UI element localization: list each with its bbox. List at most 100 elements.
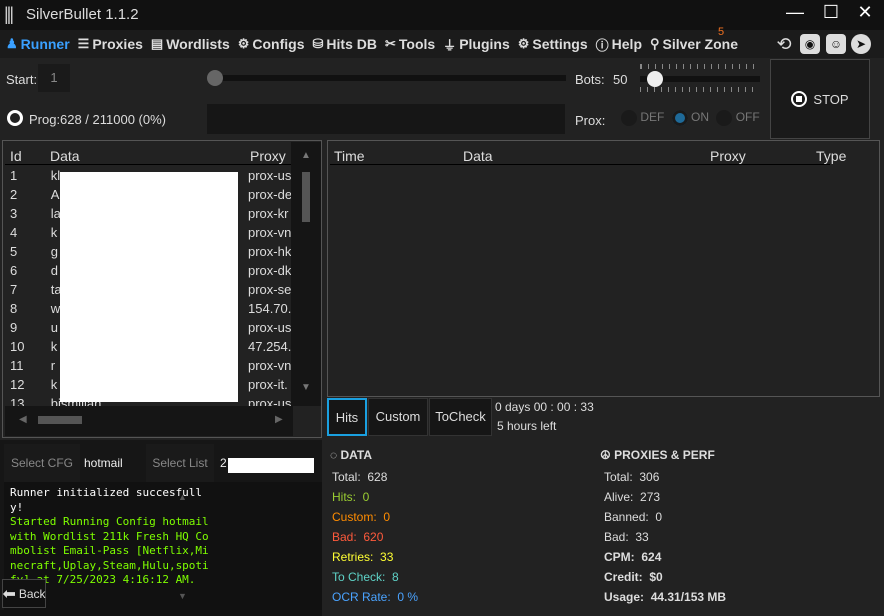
perf-stat: Usage: 44.31/153 MB bbox=[604, 590, 726, 610]
perf-title: PROXIES & PERF bbox=[614, 448, 715, 462]
perf-stat: Total: 306 bbox=[604, 470, 726, 490]
start-input[interactable]: 1 bbox=[38, 64, 70, 92]
bots-slider-thumb[interactable] bbox=[647, 71, 663, 87]
start-slider-thumb[interactable] bbox=[207, 70, 223, 86]
radio-def-label: DEF bbox=[640, 110, 665, 125]
perf-stat: CPM: 624 bbox=[604, 550, 726, 570]
perf-stat: Credit: $0 bbox=[604, 570, 726, 590]
nav-tools[interactable]: ✂ Tools bbox=[385, 36, 435, 52]
nav-silver-zone[interactable]: ⚲ Silver Zone bbox=[650, 36, 738, 52]
col-data[interactable]: Data bbox=[463, 148, 493, 164]
stop-button[interactable]: STOP bbox=[770, 59, 870, 139]
nav-label: Settings bbox=[532, 36, 588, 52]
scroll-thumb[interactable] bbox=[302, 172, 310, 222]
maximize-button[interactable]: ☐ bbox=[816, 2, 846, 23]
horizontal-scrollbar[interactable]: ◀ ▶ bbox=[5, 406, 293, 436]
nav-configs[interactable]: ⚙ Configs bbox=[238, 36, 305, 52]
bots-label: Bots: bbox=[575, 72, 605, 87]
close-button[interactable]: ✕ bbox=[850, 2, 880, 23]
data-stats: Total: 628 Hits: 0 Custom: 0 Bad: 620 Retrie… bbox=[332, 470, 418, 610]
history-icon[interactable]: ⟲ bbox=[774, 34, 794, 54]
col-time[interactable]: Time bbox=[334, 148, 365, 164]
data-stat: To Check: 8 bbox=[332, 570, 418, 590]
cell-id: 10 bbox=[10, 339, 25, 354]
nav-label: Wordlists bbox=[166, 36, 230, 52]
stop-label: STOP bbox=[813, 91, 849, 107]
col-proxy[interactable]: Proxy bbox=[250, 148, 286, 164]
tab-custom[interactable]: Custom bbox=[368, 398, 428, 436]
stat-value: 33 bbox=[380, 550, 394, 564]
discord-icon[interactable]: ☺ bbox=[826, 34, 846, 54]
tab-hits[interactable]: Hits bbox=[327, 398, 367, 436]
nav-hits-db[interactable]: ⛁ Hits DB bbox=[313, 36, 377, 52]
nav-label: Tools bbox=[398, 36, 436, 52]
col-proxy[interactable]: Proxy bbox=[710, 148, 746, 164]
data-title: DATA bbox=[340, 448, 373, 462]
cell-proxy: prox-it. bbox=[248, 377, 288, 392]
stat-value: 624 bbox=[641, 550, 662, 564]
cell-proxy: prox-de bbox=[248, 187, 293, 202]
stat-value: 628 bbox=[367, 470, 388, 484]
radio-off[interactable] bbox=[716, 110, 733, 126]
list-value: 2 bbox=[220, 456, 227, 470]
telegram-icon[interactable]: ➤ bbox=[851, 34, 871, 54]
stat-label: Bad: bbox=[332, 530, 357, 544]
nav-help[interactable]: ⓘ Help bbox=[596, 35, 642, 54]
cell-id: 12 bbox=[10, 377, 25, 392]
log-scroll-up[interactable]: ▲ bbox=[178, 492, 187, 502]
start-label: Start: bbox=[6, 72, 38, 87]
stat-value: 0 % bbox=[397, 590, 419, 604]
location-icon: ⚲ bbox=[650, 36, 660, 51]
app-logo-icon: ||| bbox=[4, 4, 14, 24]
time-remaining: 5 hours left bbox=[497, 419, 557, 433]
hscroll-thumb[interactable] bbox=[38, 416, 82, 424]
vertical-scrollbar[interactable]: ▲ ▼ bbox=[291, 142, 321, 406]
perf-stat: Bad: 33 bbox=[604, 530, 726, 550]
select-list-button[interactable]: Select List bbox=[146, 444, 214, 482]
cell-id: 3 bbox=[10, 206, 18, 221]
nav-proxies[interactable]: ☰ Proxies bbox=[78, 36, 143, 52]
cell-id: 5 bbox=[10, 244, 18, 259]
camera-icon[interactable]: ◉ bbox=[800, 34, 820, 54]
start-slider[interactable] bbox=[214, 75, 566, 81]
cell-id: 7 bbox=[10, 282, 18, 297]
window-title: SilverBullet 1.1.2 bbox=[26, 6, 139, 23]
data-stat: OCR Rate: 0 % bbox=[332, 590, 418, 610]
minimize-button[interactable]: — bbox=[780, 2, 810, 23]
col-data[interactable]: Data bbox=[50, 148, 80, 164]
nav-label: Hits DB bbox=[326, 36, 377, 52]
radio-def[interactable] bbox=[621, 110, 637, 126]
tab-tocheck[interactable]: ToCheck bbox=[429, 398, 492, 436]
cell-proxy: prox-dk bbox=[248, 263, 292, 278]
cell-proxy: prox-us bbox=[248, 168, 292, 183]
cell-proxy: prox-us bbox=[248, 396, 292, 406]
cell-proxy: prox-kr bbox=[248, 206, 289, 221]
gear-icon: ⚙ bbox=[237, 36, 250, 51]
tools-icon: ✂ bbox=[384, 36, 396, 51]
nav-settings[interactable]: ⚙ Settings bbox=[518, 36, 588, 52]
cell-proxy: prox-us bbox=[248, 320, 292, 335]
stat-label: Credit: bbox=[604, 570, 643, 584]
arrow-left-icon: ⬅ bbox=[2, 585, 16, 603]
prog-value: 628 / 211000 (0%) bbox=[60, 112, 166, 127]
stat-value: 8 bbox=[392, 570, 399, 584]
cfg-value: hotmail bbox=[84, 456, 123, 470]
cell-id: 4 bbox=[10, 225, 18, 240]
bots-ticks-bottom bbox=[640, 87, 756, 92]
col-id[interactable]: Id bbox=[10, 148, 22, 164]
cell-id: 6 bbox=[10, 263, 18, 278]
nav-plugins[interactable]: ⏚ Plugins bbox=[443, 35, 510, 54]
log-console: Runner initialized succesfully! Started R… bbox=[4, 482, 322, 610]
radio-on[interactable] bbox=[671, 110, 688, 126]
back-label: Back bbox=[18, 586, 46, 601]
cell-id: 13 bbox=[10, 396, 25, 406]
select-cfg-button[interactable]: Select CFG bbox=[4, 444, 80, 482]
log-scroll-down[interactable]: ▼ bbox=[178, 591, 187, 601]
col-type[interactable]: Type bbox=[816, 148, 846, 164]
redaction-box bbox=[60, 172, 238, 402]
nav-runner[interactable]: ♟ Runner bbox=[6, 36, 70, 52]
nav-wordlists[interactable]: ▤ Wordlists bbox=[151, 36, 230, 52]
stat-value: 44.31/153 MB bbox=[650, 590, 727, 604]
back-button[interactable]: ⬅ Back bbox=[2, 579, 46, 608]
server-icon: ☰ bbox=[77, 36, 90, 51]
